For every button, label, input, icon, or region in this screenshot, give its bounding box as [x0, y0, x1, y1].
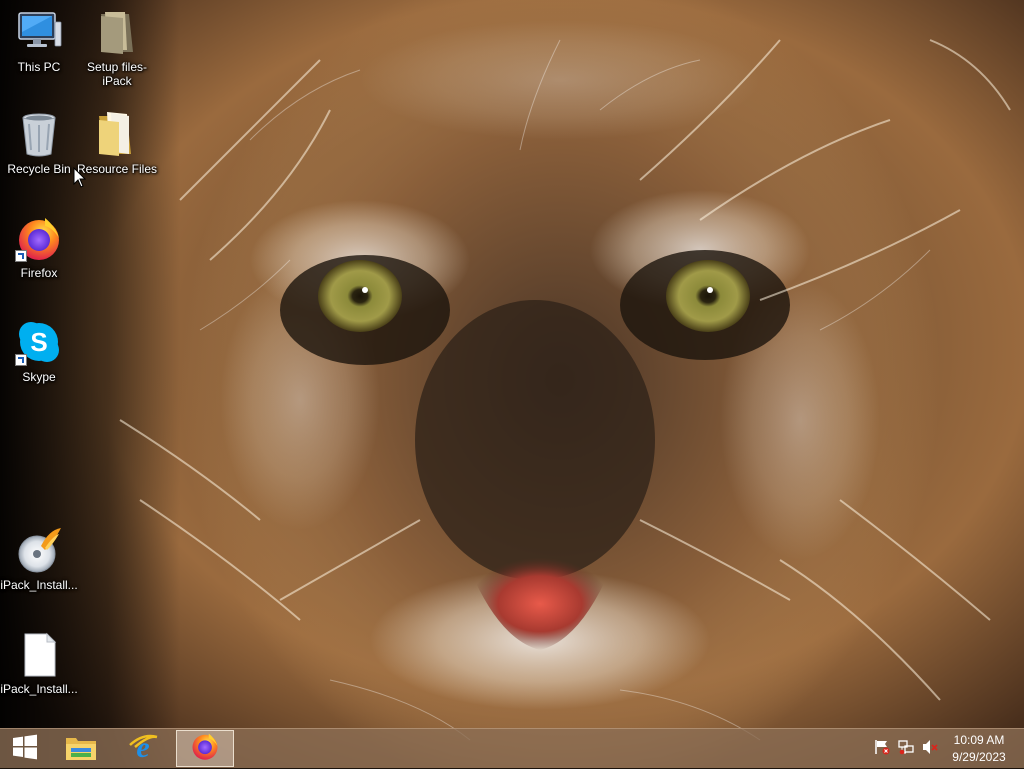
- desktop-icon-setup-files-ipack[interactable]: Setup files-iPack: [78, 8, 156, 88]
- taskbar-clock[interactable]: 10:09 AM 9/29/2023: [948, 732, 1010, 766]
- desktop-icon-label: iPack_Install...: [0, 682, 78, 696]
- start-button[interactable]: [0, 729, 50, 769]
- action-center-flag-icon: [874, 739, 890, 760]
- blank-file-icon: [15, 630, 63, 678]
- desktop-icon-resource-files[interactable]: Resource Files: [76, 110, 158, 176]
- desktop-icon-label: This PC: [17, 60, 61, 74]
- desktop-icon-label: Firefox: [20, 266, 58, 280]
- desktop-icon-label: Skype: [22, 370, 56, 384]
- desktop-icon-label: iPack_Install...: [0, 578, 78, 592]
- network-icon: [898, 739, 914, 760]
- tray-volume-button[interactable]: [920, 729, 940, 769]
- desktop-icon-ipack-installer-file[interactable]: iPack_Install...: [0, 630, 78, 696]
- taskbar-file-explorer-button[interactable]: [56, 729, 106, 769]
- desktop-icon-label: Setup files-iPack: [86, 60, 148, 88]
- svg-text:S: S: [30, 327, 47, 357]
- ipack-installer-icon: [15, 526, 63, 574]
- shortcut-arrow-icon: [15, 354, 27, 366]
- mouse-cursor: [73, 166, 87, 189]
- internet-explorer-icon: e: [127, 731, 159, 768]
- recycle-bin-icon: [15, 110, 63, 158]
- skype-icon: S: [15, 318, 63, 366]
- file-explorer-icon: [64, 732, 98, 767]
- desktop-icon-skype[interactable]: S Skype: [0, 318, 78, 384]
- clock-date: 9/29/2023: [952, 750, 1006, 764]
- folder-icon: [93, 110, 141, 158]
- clock-time: 10:09 AM: [953, 733, 1005, 747]
- desktop-icon-this-pc[interactable]: This PC: [0, 8, 78, 74]
- tray-action-center-button[interactable]: [872, 729, 892, 769]
- desktop-icon-firefox[interactable]: Firefox: [0, 214, 78, 280]
- this-pc-icon: [15, 8, 63, 56]
- volume-muted-icon: [922, 739, 938, 760]
- taskbar-firefox-button[interactable]: [176, 730, 234, 767]
- desktop-icon-label: Resource Files: [76, 162, 158, 176]
- tray-network-button[interactable]: [896, 729, 916, 769]
- firefox-icon: [190, 731, 220, 766]
- desktop-icon-ipack-installer[interactable]: iPack_Install...: [0, 526, 78, 592]
- taskbar: e 10:09 AM 9/29/2023: [0, 728, 1024, 768]
- desktop-icon-recycle-bin[interactable]: Recycle Bin: [0, 110, 78, 176]
- taskbar-internet-explorer-button[interactable]: e: [118, 729, 168, 769]
- firefox-icon: [15, 214, 63, 262]
- windows-logo-icon: [12, 734, 38, 765]
- desktop-icon-label: Recycle Bin: [7, 162, 71, 176]
- folder-icon: [93, 8, 141, 56]
- shortcut-arrow-icon: [15, 250, 27, 262]
